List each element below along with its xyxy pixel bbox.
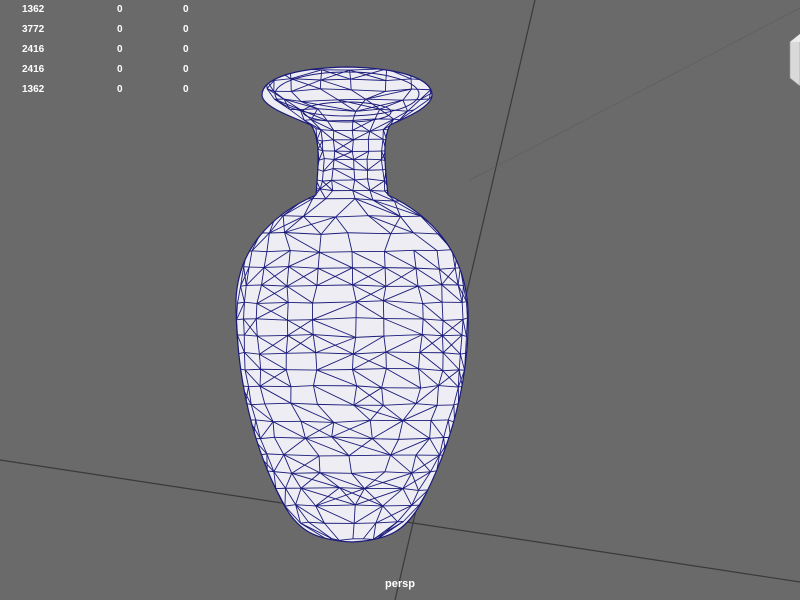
hud-value: 0: [183, 24, 189, 35]
hud-value: 2416: [22, 64, 45, 75]
hud-value: 1362: [22, 4, 45, 15]
hud-value: 0: [183, 64, 189, 75]
view-cube-icon[interactable]: [784, 34, 800, 86]
hud-value: 0: [183, 44, 189, 55]
hud-value: 0: [117, 64, 123, 75]
hud-value: 0: [117, 4, 123, 15]
hud-value: 2416: [22, 44, 45, 55]
hud-value: 0: [183, 4, 189, 15]
hud-row: 1362 0 0: [14, 0, 223, 20]
hud-row: 3772 0 0: [14, 20, 223, 40]
hud-row: 1362 0 0: [14, 80, 223, 100]
hud-value: 3772: [22, 24, 45, 35]
hud-value: 0: [117, 44, 123, 55]
hud-value: 0: [183, 84, 189, 95]
hud-value: 1362: [22, 84, 45, 95]
viewport-persp[interactable]: 1362 0 0 3772 0 0 2416 0 0 2416 0 0 1362 0 0 persp: [0, 0, 800, 600]
hud-value: 0: [117, 84, 123, 95]
hud-row: 2416 0 0: [14, 40, 223, 60]
camera-label: persp: [385, 578, 415, 590]
hud-row: 2416 0 0: [14, 60, 223, 80]
hud-stats: 1362 0 0 3772 0 0 2416 0 0 2416 0 0 1362 0 0: [14, 0, 223, 100]
hud-value: 0: [117, 24, 123, 35]
